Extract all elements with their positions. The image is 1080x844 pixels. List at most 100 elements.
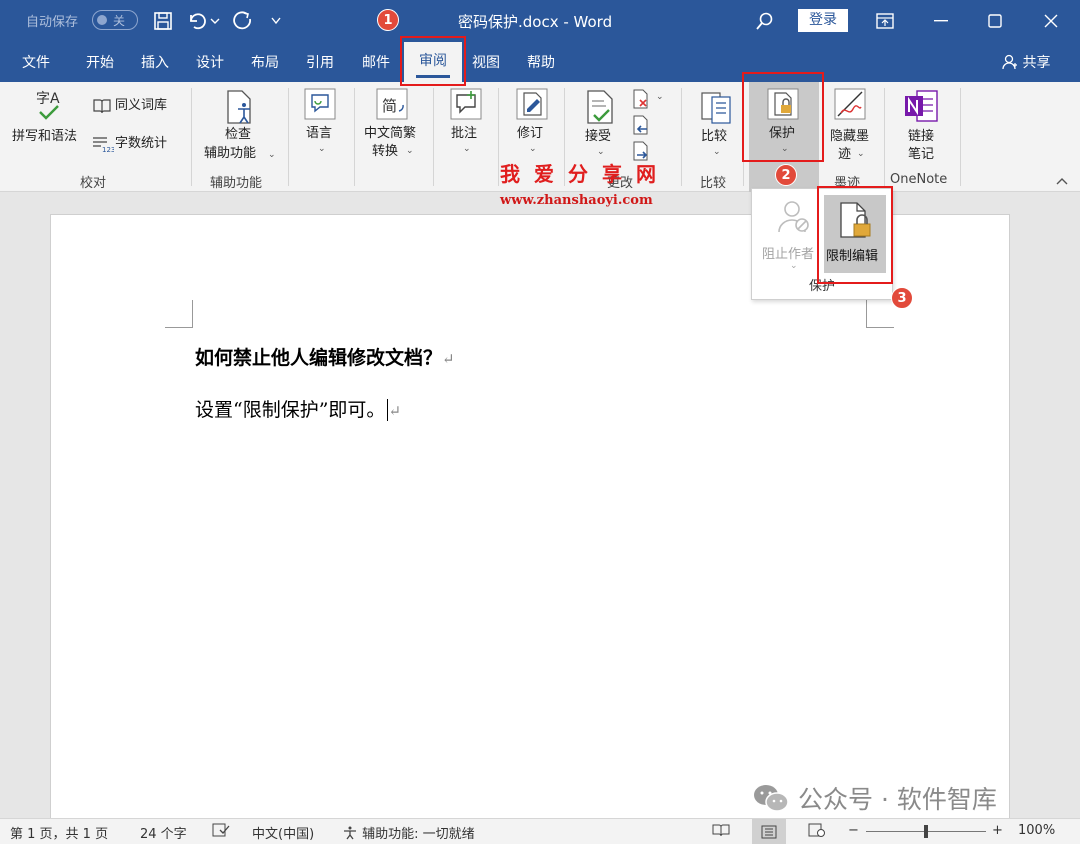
undo-dropdown-icon[interactable] xyxy=(208,8,222,34)
wechat-watermark: 公众号 · 软件智库 xyxy=(752,780,997,816)
step-badge-3: 3 xyxy=(891,287,913,309)
tab-insert[interactable]: 插入 xyxy=(141,52,169,72)
proofing-status-icon[interactable] xyxy=(212,823,230,841)
tab-design[interactable]: 设计 xyxy=(196,52,224,72)
block-authors-icon xyxy=(776,199,812,239)
zoom-in-icon[interactable]: + xyxy=(992,823,1003,838)
tab-view[interactable]: 视图 xyxy=(472,52,500,72)
linked-notes-label-1: 链接 xyxy=(908,129,935,144)
group-divider xyxy=(498,88,499,186)
hide-ink-label-1: 隐藏墨 xyxy=(830,129,870,144)
watermark-text: 我爱分享网 xyxy=(500,162,670,186)
status-bar: 第 1 页，共 1 页 24 个字 中文(中国) 辅助功能: 一切就绪 − + … xyxy=(0,818,1080,844)
web-layout-icon[interactable] xyxy=(808,823,826,841)
paragraph-mark: ↵ xyxy=(388,402,402,420)
minimize-icon[interactable] xyxy=(926,7,956,35)
document-heading-text: 如何禁止他人编辑修改文档？ xyxy=(195,347,443,369)
comments-label: 批注 xyxy=(451,126,478,141)
proofing-group-label: 校对 xyxy=(80,176,107,191)
tab-file[interactable]: 文件 xyxy=(22,52,50,72)
highlight-restrict-editing xyxy=(817,186,893,284)
step-badge-2: 2 xyxy=(775,164,797,186)
accept-label: 接受 xyxy=(585,129,612,144)
compare-group-label: 比较 xyxy=(700,176,727,191)
maximize-icon[interactable] xyxy=(980,7,1010,35)
search-icon[interactable] xyxy=(752,8,778,34)
check-label: 检查 xyxy=(225,127,252,142)
previous-change-icon[interactable] xyxy=(630,114,652,136)
svg-text:字A: 字A xyxy=(36,91,60,107)
zoom-slider-thumb[interactable] xyxy=(924,825,928,838)
person-icon xyxy=(1002,54,1017,70)
onenote-icon xyxy=(902,86,942,126)
highlight-protect-button xyxy=(742,72,824,162)
chevron-down-icon[interactable]: ⌄ xyxy=(656,92,664,102)
tab-home[interactable]: 开始 xyxy=(86,52,114,72)
chinese-conversion-label-2: 转换 xyxy=(372,144,399,159)
watermark-url: www.zhanshaoyi.com xyxy=(500,193,653,208)
step-badge-1: 1 xyxy=(377,9,399,31)
print-layout-icon[interactable] xyxy=(752,819,786,844)
ribbon-tab-bar: 文件 开始 插入 设计 布局 引用 邮件 审阅 视图 帮助 共享 xyxy=(0,42,1080,82)
block-authors-label: 阻止作者 xyxy=(762,247,815,262)
spelling-check-icon: 字A xyxy=(32,88,68,124)
svg-text:简: 简 xyxy=(382,97,397,115)
spelling-grammar-label: 拼写和语法 xyxy=(12,129,78,144)
autosave-label: 自动保存 xyxy=(26,15,79,30)
close-icon[interactable] xyxy=(1036,7,1066,35)
chinese-conversion-label-1: 中文简繁 xyxy=(364,126,417,141)
chevron-down-icon: ⌄ xyxy=(406,146,414,156)
save-icon[interactable] xyxy=(150,8,176,34)
title-bar: 自动保存 关 密码保护.docx - Word 登录 xyxy=(0,0,1080,42)
word-count-label: 字数统计 xyxy=(115,136,168,151)
ribbon-display-options-icon[interactable] xyxy=(870,7,900,35)
document-title: 密码保护.docx - Word xyxy=(458,13,613,31)
accessibility-status-text: 辅助功能: 一切就绪 xyxy=(362,827,475,842)
zoom-level[interactable]: 100% xyxy=(1018,823,1055,838)
book-icon xyxy=(92,96,112,116)
redo-icon[interactable] xyxy=(230,8,256,34)
collapse-ribbon-icon[interactable] xyxy=(1056,174,1068,188)
group-divider xyxy=(191,88,192,186)
linked-notes-label-2: 笔记 xyxy=(908,147,935,162)
thesaurus-label: 同义词库 xyxy=(115,98,168,113)
document-paragraph[interactable]: 设置“限制保护”即可。 ↵ xyxy=(195,395,401,422)
ink-icon xyxy=(832,86,868,122)
paragraph-mark: ↵ xyxy=(442,350,455,368)
accessibility-status[interactable]: 辅助功能: 一切就绪 xyxy=(342,823,475,842)
accessibility-label: 辅助功能 xyxy=(204,146,257,161)
page-count[interactable]: 第 1 页，共 1 页 xyxy=(10,823,108,842)
read-mode-icon[interactable] xyxy=(712,823,730,841)
tab-layout[interactable]: 布局 xyxy=(251,52,279,72)
autosave-state: 关 xyxy=(113,14,126,28)
hide-ink-label-2: 迹 xyxy=(838,147,852,162)
chevron-down-icon: ⌄ xyxy=(529,144,537,154)
language-icon xyxy=(302,86,338,122)
share-button[interactable]: 共享 xyxy=(1002,52,1050,72)
svg-text:123: 123 xyxy=(102,146,114,153)
customize-toolbar-icon[interactable] xyxy=(266,8,286,34)
accept-icon xyxy=(582,88,618,128)
language-status[interactable]: 中文(中国) xyxy=(252,823,314,842)
document-paragraph-text: 设置“限制保护”即可。 xyxy=(195,399,386,421)
tab-mailings[interactable]: 邮件 xyxy=(362,52,390,72)
login-button[interactable]: 登录 xyxy=(798,9,848,32)
onenote-group-label: OneNote xyxy=(890,172,948,187)
document-heading[interactable]: 如何禁止他人编辑修改文档？↵ xyxy=(195,343,455,370)
word-count[interactable]: 24 个字 xyxy=(140,823,187,842)
chevron-down-icon: ⌄ xyxy=(857,149,865,159)
word-count-icon: 123 xyxy=(92,134,114,154)
zoom-out-icon[interactable]: − xyxy=(848,823,859,838)
accessibility-group-label: 辅助功能 xyxy=(210,176,263,191)
chevron-down-icon: ⌄ xyxy=(268,150,276,160)
wechat-icon xyxy=(754,785,789,812)
tab-help[interactable]: 帮助 xyxy=(527,52,555,72)
crop-mark-left xyxy=(165,300,193,328)
reject-icon[interactable] xyxy=(630,88,652,110)
undo-icon[interactable] xyxy=(184,8,210,34)
autosave-toggle[interactable]: 关 xyxy=(92,10,138,30)
wechat-account-text: 公众号 · 软件智库 xyxy=(798,785,997,814)
group-divider xyxy=(884,88,885,186)
chevron-down-icon: ⌄ xyxy=(463,144,471,154)
tab-references[interactable]: 引用 xyxy=(306,52,334,72)
